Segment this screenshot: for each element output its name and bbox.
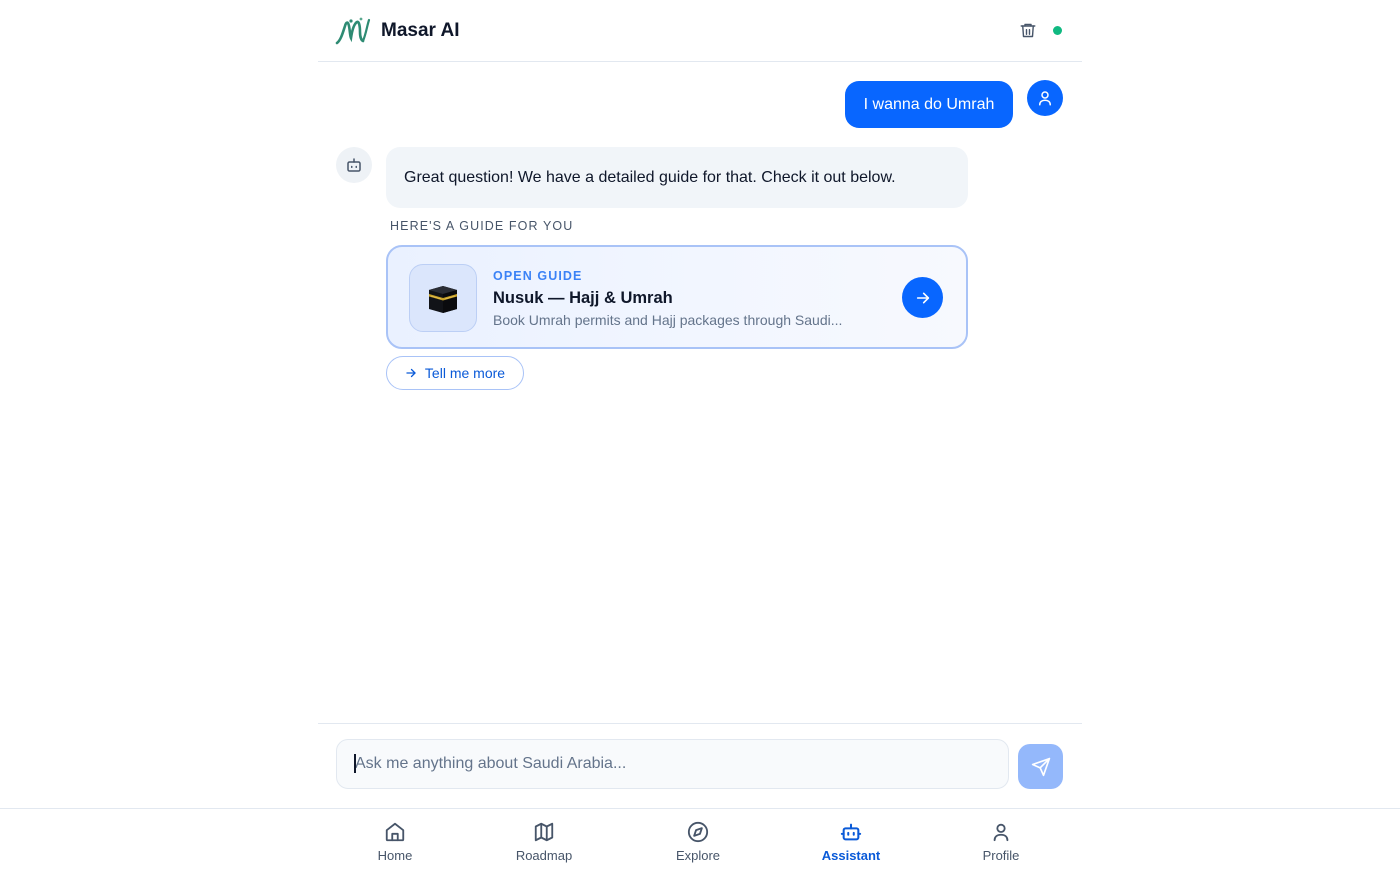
- nav-item-home[interactable]: Home: [350, 821, 440, 863]
- nav-label-home: Home: [377, 848, 413, 863]
- app-header: Masar AI: [318, 0, 1082, 62]
- nav-label-roadmap: Roadmap: [515, 848, 573, 863]
- bot-message-bubble: Great question! We have a detailed guide…: [386, 147, 968, 208]
- masar-logo-icon: [335, 16, 373, 46]
- trash-icon: [1020, 23, 1036, 37]
- guide-card-nusuk[interactable]: OPEN GUIDE Nusuk — Hajj & Umrah Book Umr…: [386, 245, 968, 349]
- guide-thumbnail: [409, 264, 477, 332]
- nav-label-profile: Profile: [982, 848, 1020, 863]
- chat-input[interactable]: [336, 739, 1009, 789]
- nav-label-explore: Explore: [675, 848, 721, 863]
- user-message-row: I wanna do Umrah: [845, 81, 1013, 128]
- header-actions: [1017, 19, 1062, 41]
- user-message-bubble: I wanna do Umrah: [845, 81, 1013, 128]
- send-icon: [1031, 757, 1050, 776]
- kaaba-icon: [429, 286, 457, 313]
- nav-item-profile[interactable]: Profile: [956, 821, 1046, 863]
- map-icon: [534, 822, 554, 842]
- send-button[interactable]: [1018, 744, 1063, 789]
- clear-chat-button[interactable]: [1017, 19, 1039, 41]
- home-icon: [385, 822, 405, 842]
- suggestion-chip-label: Tell me more: [424, 365, 506, 381]
- open-guide-button[interactable]: [902, 277, 943, 318]
- app-root: Masar AI I wanna do Umrah Great question…: [0, 0, 1400, 875]
- guide-description: Book Umrah permits and Hajj packages thr…: [493, 312, 843, 328]
- text-caret: [354, 754, 356, 773]
- bottom-navigation: Home Roadmap Explore Assistant Profile: [0, 808, 1400, 875]
- nav-item-explore[interactable]: Explore: [653, 821, 743, 863]
- bot-message-text: Great question! We have a detailed guide…: [404, 168, 896, 186]
- nav-item-roadmap[interactable]: Roadmap: [499, 821, 589, 863]
- online-status-indicator: [1053, 25, 1062, 35]
- app-title: Masar AI: [381, 20, 460, 41]
- nav-item-assistant[interactable]: Assistant: [806, 821, 896, 863]
- bot-icon: [840, 823, 862, 841]
- suggestion-chip-tell-me-more[interactable]: Tell me more: [386, 356, 524, 390]
- brand: Masar AI: [335, 16, 460, 46]
- arrow-right-icon: [916, 292, 929, 303]
- composer-divider: [318, 723, 1082, 724]
- user-icon: [1039, 91, 1051, 106]
- arrow-right-icon: [406, 368, 416, 378]
- compass-icon: [687, 821, 709, 843]
- nav-label-assistant: Assistant: [821, 848, 881, 863]
- bot-avatar: [336, 147, 372, 183]
- user-icon: [993, 823, 1009, 842]
- guide-kicker: OPEN GUIDE: [493, 269, 583, 283]
- guide-title: Nusuk — Hajj & Umrah: [493, 289, 673, 307]
- user-avatar: [1027, 80, 1063, 116]
- guide-heading: HERE'S A GUIDE FOR YOU: [390, 219, 574, 233]
- bot-icon: [347, 158, 361, 172]
